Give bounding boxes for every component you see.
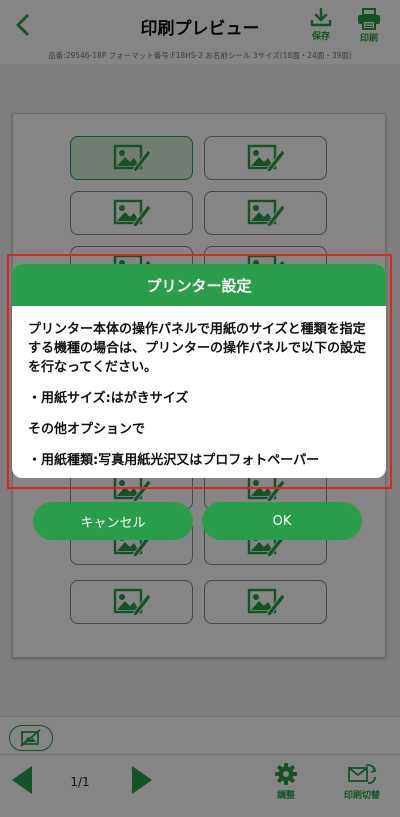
ok-button[interactable]: OK <box>202 502 362 540</box>
highlight-box <box>7 254 392 489</box>
cancel-button[interactable]: キャンセル <box>33 502 193 540</box>
